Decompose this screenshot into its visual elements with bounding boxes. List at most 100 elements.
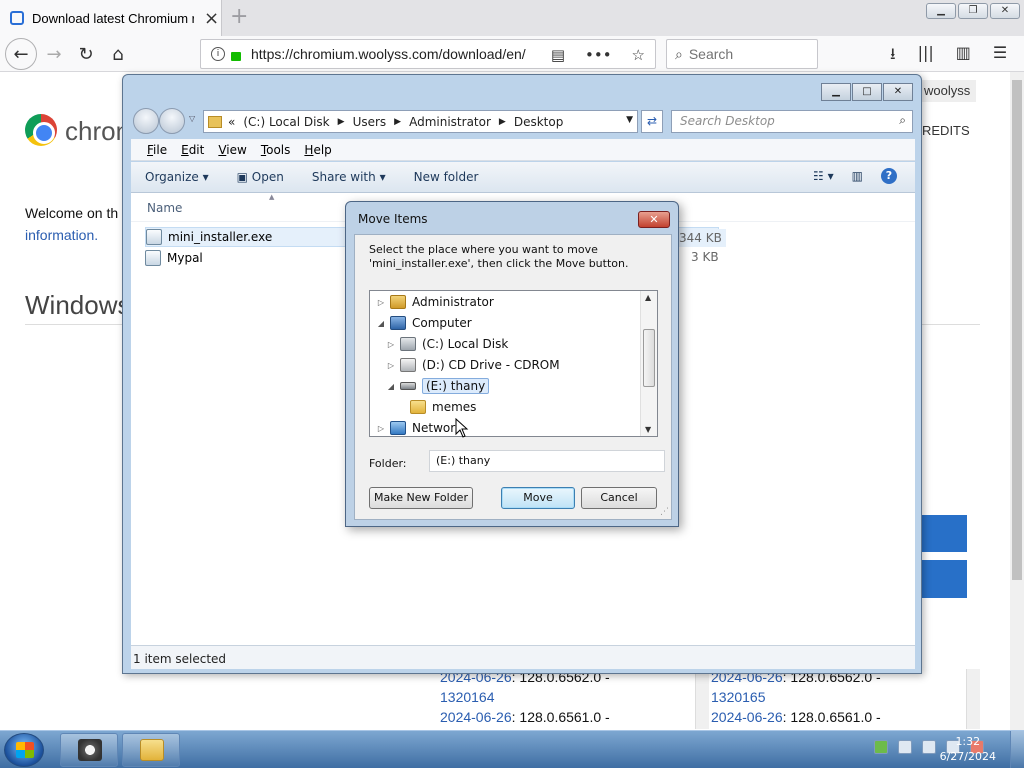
download-button[interactable]: [920, 515, 967, 552]
clock-time: 1:32: [955, 735, 981, 748]
view-options-icon[interactable]: ☷ ▾: [813, 169, 834, 183]
breadcrumb-local-disk[interactable]: (C:) Local Disk: [243, 115, 329, 129]
resize-grip-icon[interactable]: ⋰: [660, 507, 669, 517]
reload-icon[interactable]: ↻: [72, 40, 100, 68]
site-info-icon[interactable]: i: [211, 47, 225, 61]
breadcrumb-users[interactable]: Users: [353, 115, 387, 129]
menu-help[interactable]: Help: [304, 143, 331, 157]
explorer-maximize-button[interactable]: □: [852, 83, 882, 101]
sidebar-icon[interactable]: ▥: [956, 43, 971, 70]
scroll-down-icon[interactable]: ▼: [645, 425, 651, 434]
browser-close-button[interactable]: ✕: [990, 3, 1020, 19]
notes-icon[interactable]: [898, 740, 912, 754]
address-dropdown-icon[interactable]: ▼: [626, 115, 633, 125]
tree-item-thany[interactable]: ◢ (E:) thany: [386, 376, 490, 396]
share-with-button[interactable]: Share with ▾: [298, 170, 400, 184]
taskbar-app-browser[interactable]: [60, 733, 118, 767]
downloads-icon[interactable]: ⭳: [890, 43, 896, 70]
start-button[interactable]: [4, 733, 44, 767]
expand-icon[interactable]: ▷: [386, 361, 396, 370]
menu-tools[interactable]: Tools: [261, 143, 291, 157]
new-tab-icon[interactable]: +: [230, 4, 248, 29]
list-scrollbar-2[interactable]: [966, 669, 980, 729]
taskbar-app-explorer[interactable]: [122, 733, 180, 767]
make-new-folder-button[interactable]: Make New Folder: [369, 487, 473, 509]
release-entry[interactable]: 2024-06-26: 128.0.6561.0 -: [440, 707, 610, 727]
tree-item-cd-drive[interactable]: ▷ (D:) CD Drive - CDROM: [386, 355, 560, 375]
breadcrumb-administrator[interactable]: Administrator: [409, 115, 491, 129]
folder-tree[interactable]: ▷ Administrator ◢ Computer ▷ (C:) Local …: [369, 290, 658, 437]
browser-minimize-button[interactable]: ▁: [926, 3, 956, 19]
site-tag[interactable]: woolyss: [918, 80, 977, 102]
organize-button[interactable]: Organize ▾: [131, 170, 223, 184]
menu-icon[interactable]: ☰: [993, 43, 1007, 70]
expand-icon[interactable]: ▷: [376, 424, 386, 433]
menu-edit[interactable]: Edit: [181, 143, 204, 157]
forward-arrow-icon[interactable]: →: [40, 40, 68, 68]
file-name: Mypal: [167, 251, 203, 265]
address-bar[interactable]: « (C:) Local Disk ▶ Users ▶ Administrator ▶…: [203, 110, 638, 133]
tree-item-memes[interactable]: memes: [396, 397, 476, 417]
release-build[interactable]: 1320165: [711, 687, 881, 707]
tree-item-computer[interactable]: ◢ Computer: [376, 313, 472, 333]
explorer-minimize-button[interactable]: ▁: [821, 83, 851, 101]
search-icon: ⌕: [899, 113, 906, 127]
scroll-thumb[interactable]: [643, 329, 655, 387]
back-arrow-icon[interactable]: ←: [5, 38, 37, 70]
menu-view[interactable]: View: [218, 143, 246, 157]
explorer-close-button[interactable]: ✕: [883, 83, 913, 101]
url-text[interactable]: https://chromium.woolyss.com/download/en…: [251, 46, 526, 62]
close-tab-icon[interactable]: ×: [204, 8, 219, 29]
show-desktop-button[interactable]: [1010, 731, 1024, 768]
column-header-name[interactable]: Name: [147, 201, 182, 215]
credits-link[interactable]: REDITS: [922, 123, 970, 138]
move-button[interactable]: Move: [501, 487, 575, 509]
folder-input[interactable]: (E:) thany: [429, 450, 665, 472]
menu-bar: File Edit View Tools Help: [131, 139, 915, 161]
breadcrumb-desktop[interactable]: Desktop: [514, 115, 564, 129]
tree-item-local-disk[interactable]: ▷ (C:) Local Disk: [386, 334, 508, 354]
back-button[interactable]: [133, 108, 159, 134]
page-scrollbar[interactable]: [1010, 72, 1024, 730]
expand-icon[interactable]: ▷: [376, 298, 386, 307]
tree-item-network[interactable]: ▷ Network: [376, 418, 462, 436]
url-bar[interactable]: i https://chromium.woolyss.com/download/…: [200, 39, 656, 69]
library-icon[interactable]: |||: [918, 43, 934, 70]
help-icon[interactable]: ?: [881, 168, 897, 184]
user-folder-icon: [390, 295, 406, 309]
reader-view-icon[interactable]: ▤: [551, 46, 565, 64]
open-button[interactable]: ▣ Open: [223, 170, 298, 184]
browser-restore-button[interactable]: ❐: [958, 3, 988, 19]
tree-item-administrator[interactable]: ▷ Administrator: [376, 292, 494, 312]
forward-button[interactable]: [159, 108, 185, 134]
mouse-cursor-icon: [455, 418, 469, 438]
bookmark-star-icon[interactable]: ☆: [632, 46, 645, 64]
browser-search-input[interactable]: ⌕ Search: [666, 39, 818, 69]
refresh-icon[interactable]: ⇄: [641, 110, 663, 133]
page-actions-icon[interactable]: •••: [585, 46, 612, 64]
collapse-icon[interactable]: ◢: [386, 382, 396, 391]
home-icon[interactable]: ⌂: [104, 40, 132, 68]
action-center-flag-icon[interactable]: [922, 740, 936, 754]
menu-file[interactable]: File: [147, 143, 167, 157]
information-link[interactable]: information.: [25, 227, 98, 243]
address-chevrons[interactable]: «: [228, 115, 235, 129]
tree-scrollbar[interactable]: ▲ ▼: [640, 291, 657, 436]
search-desktop-input[interactable]: Search Desktop ⌕: [671, 110, 913, 133]
preview-pane-icon[interactable]: ▥: [852, 169, 863, 183]
list-scrollbar[interactable]: [695, 669, 709, 729]
release-entry[interactable]: 2024-06-26: 128.0.6561.0 -: [711, 707, 881, 727]
cancel-button[interactable]: Cancel: [581, 487, 657, 509]
browser-tab[interactable]: Download latest Chromium rel ×: [0, 0, 222, 36]
recent-pages-icon[interactable]: ▽: [189, 114, 195, 123]
security-icon[interactable]: [874, 740, 888, 754]
download-button-2[interactable]: [920, 560, 967, 598]
release-build[interactable]: 1320164: [440, 687, 610, 707]
new-folder-button[interactable]: New folder: [400, 170, 493, 184]
collapse-icon[interactable]: ◢: [376, 319, 386, 328]
tree-label: Administrator: [412, 295, 494, 309]
scroll-up-icon[interactable]: ▲: [645, 293, 651, 302]
clock[interactable]: 1:32 6/27/2024: [940, 734, 996, 764]
dialog-close-button[interactable]: ✕: [638, 211, 670, 228]
expand-icon[interactable]: ▷: [386, 340, 396, 349]
